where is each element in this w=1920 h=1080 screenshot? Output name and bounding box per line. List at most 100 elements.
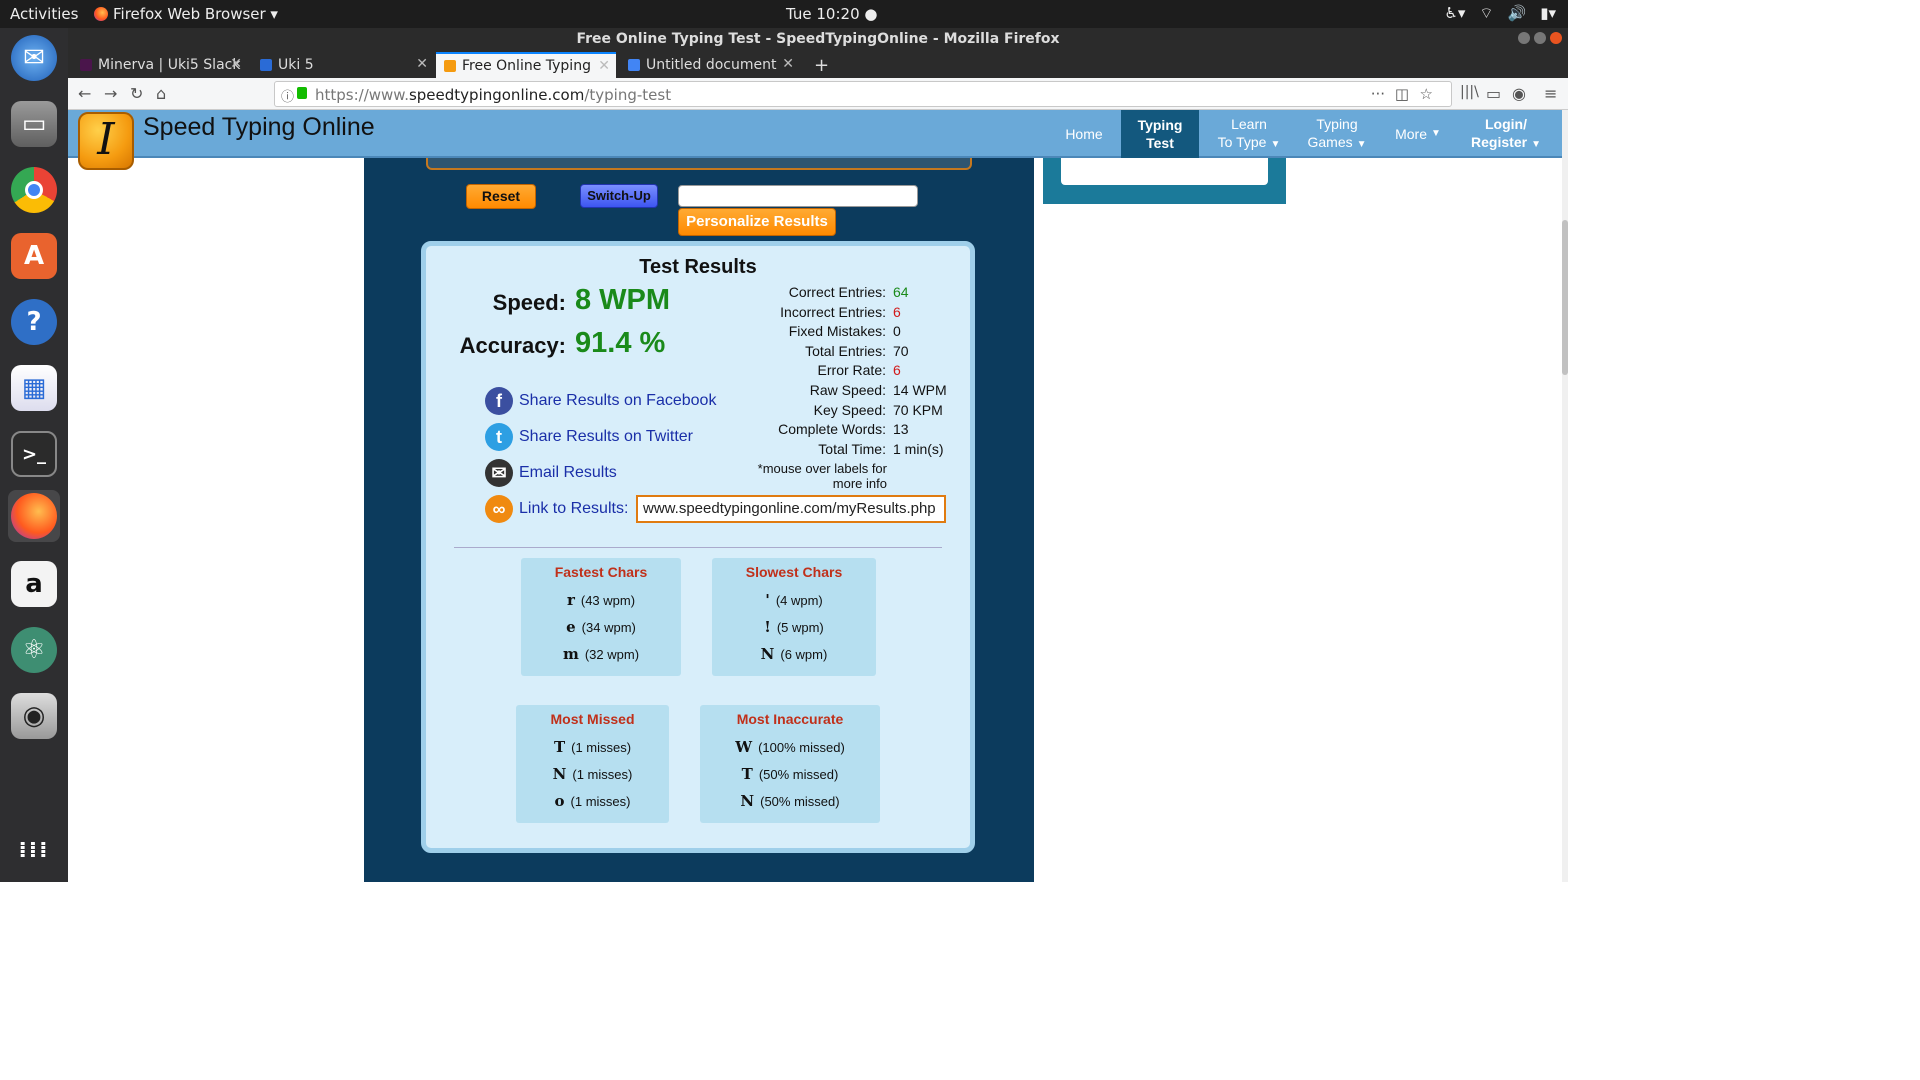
tab-untitled-doc[interactable]: Untitled document ✕ — [620, 52, 800, 78]
site-logo[interactable]: I — [78, 112, 134, 170]
reload-icon[interactable]: ↻ — [130, 84, 143, 103]
share-twitter-link[interactable]: t Share Results on Twitter — [485, 423, 693, 451]
forward-icon[interactable]: → — [104, 84, 117, 103]
site-name[interactable]: Speed Typing Online — [143, 113, 375, 142]
files-icon: ▭ — [11, 101, 57, 147]
link-to-results-label: Link to Results: — [519, 500, 629, 517]
firefox-icon — [94, 7, 108, 21]
window-title: Free Online Typing Test - SpeedTypingOnl… — [576, 31, 1060, 47]
dock-help[interactable]: ? — [8, 296, 60, 348]
app-menu[interactable]: Firefox Web Browser ▾ — [94, 5, 278, 23]
accuracy-label: Accuracy: — [459, 333, 566, 358]
sidebar-icon[interactable]: ▭ — [1486, 84, 1501, 103]
missed-char-row: o (1 misses) — [554, 792, 631, 810]
dock-firefox[interactable] — [8, 490, 60, 542]
tab-slack[interactable]: Minerva | Uki5 Slack ✕ — [72, 52, 248, 78]
menu-icon[interactable]: ≡ — [1544, 84, 1557, 103]
close-window-button[interactable] — [1550, 32, 1562, 44]
fastest-char-row: m (32 wpm) — [562, 645, 640, 663]
minimize-button[interactable] — [1518, 32, 1530, 44]
most-inaccurate-box: Most Inaccurate W (100% missed) T (50% mis… — [700, 705, 880, 823]
site-info-icon[interactable]: ⓘ — [281, 86, 294, 105]
dropdown-arrow-icon: ▼ — [1531, 138, 1541, 150]
nav-typing-test[interactable]: Typing Test — [1121, 110, 1199, 158]
atom-icon: ⚛ — [11, 627, 57, 673]
stat-label[interactable]: Complete Words: — [706, 421, 886, 437]
tab-typing-test[interactable]: Free Online Typing ✕ — [436, 52, 616, 78]
close-tab-icon[interactable]: ✕ — [598, 58, 610, 74]
reset-button[interactable]: Reset — [466, 184, 536, 209]
stat-label[interactable]: Raw Speed: — [706, 382, 886, 398]
dock-files[interactable]: ▭ — [8, 98, 60, 150]
link-icon: ∞ — [485, 495, 513, 523]
bookmark-star-icon[interactable]: ☆ — [1420, 85, 1433, 103]
accessibility-icon[interactable]: ♿▾ — [1444, 4, 1465, 23]
nav-home[interactable]: Home — [1056, 110, 1112, 158]
dock-software[interactable]: A — [8, 230, 60, 282]
share-facebook-link[interactable]: f Share Results on Facebook — [485, 387, 716, 415]
dropdown-arrow-icon: ▼ — [1356, 138, 1367, 150]
plus-icon: + — [814, 54, 830, 76]
email-results-link[interactable]: ✉ Email Results — [485, 459, 617, 487]
url-bar[interactable]: ⓘ https://www.speedtypingonline.com/typi… — [274, 81, 1452, 107]
show-apps-button[interactable]: ⁞⁞⁞ — [8, 824, 60, 876]
wifi-icon: ⌔ — [1479, 4, 1494, 22]
stat-label[interactable]: Total Entries: — [706, 343, 886, 359]
volume-icon: 🔊 — [1507, 4, 1527, 22]
page-actions-icon[interactable]: ··· — [1371, 85, 1385, 103]
account-icon[interactable]: ◉ — [1512, 84, 1526, 103]
nav-more[interactable]: More ▼ — [1390, 110, 1446, 158]
gnome-top-bar: Activities Firefox Web Browser ▾ Tue 10:… — [0, 0, 1568, 28]
email-icon: ✉ — [485, 459, 513, 487]
new-tab-button[interactable]: + — [806, 52, 832, 78]
url-text: https://www.speedtypingonline.com/typing… — [315, 86, 672, 104]
dock-chrome[interactable] — [8, 164, 60, 216]
dock-amazon[interactable]: a — [8, 558, 60, 610]
slack-favicon — [80, 59, 92, 71]
dock-thunderbird[interactable]: ✉ — [8, 32, 60, 84]
stat-label[interactable]: Incorrect Entries: — [706, 304, 886, 320]
clock[interactable]: Tue 10:20 ● — [786, 5, 877, 23]
nav-login-register[interactable]: Login/Register ▼ — [1466, 110, 1546, 158]
dock-camera[interactable]: ◉ — [8, 690, 60, 742]
dock-terminal[interactable]: >_ — [8, 428, 60, 480]
close-tab-icon[interactable]: ✕ — [782, 56, 794, 72]
custom-text-input[interactable] — [678, 185, 918, 207]
tab-uki5[interactable]: Uki 5 ✕ — [252, 52, 434, 78]
fastest-char-row: r (43 wpm) — [566, 591, 636, 609]
home-icon[interactable]: ⌂ — [156, 84, 166, 103]
stat-label[interactable]: Fixed Mistakes: — [706, 323, 886, 339]
pocket-icon[interactable]: ◫ — [1395, 85, 1409, 103]
activities-button[interactable]: Activities — [10, 5, 78, 23]
personalize-results-button[interactable]: Personalize Results — [678, 208, 836, 236]
switch-up-button[interactable]: Switch-Up — [580, 184, 658, 208]
back-icon[interactable]: ← — [78, 84, 91, 103]
nav-typing-games[interactable]: Typing Games ▼ — [1302, 110, 1372, 158]
stat-value: 70 KPM — [893, 401, 943, 418]
tab-label: Untitled document — [646, 57, 777, 73]
stat-value: 13 — [893, 421, 909, 438]
inaccurate-char-row: W (100% missed) — [735, 738, 845, 756]
slowest-char-row: N (6 wpm) — [760, 645, 828, 663]
speedtyping-favicon — [444, 60, 456, 72]
mouseover-note: *mouse over labels for more info — [757, 461, 887, 491]
dock-writer[interactable]: ▦ — [8, 362, 60, 414]
dock-atom[interactable]: ⚛ — [8, 624, 60, 676]
battery-icon: ▮▾ — [1540, 4, 1556, 22]
stat-label[interactable]: Error Rate: — [706, 362, 886, 378]
scrollbar-thumb[interactable] — [1562, 220, 1568, 375]
close-tab-icon[interactable]: ✕ — [416, 56, 428, 72]
stat-label[interactable]: Key Speed: — [706, 402, 886, 418]
maximize-button[interactable] — [1534, 32, 1546, 44]
stat-label[interactable]: Correct Entries: — [706, 284, 886, 300]
stat-label[interactable]: Total Time: — [706, 441, 886, 457]
nav-learn-to-type[interactable]: Learn To Type ▼ — [1208, 110, 1290, 158]
document-viewer-icon: ▦ — [11, 365, 57, 411]
results-title: Test Results — [639, 256, 757, 278]
results-link-field[interactable]: www.speedtypingonline.com/myResults.php — [636, 495, 946, 523]
system-tray[interactable]: ♿▾ ⌔ 🔊 ▮▾ — [1444, 4, 1556, 23]
library-icon[interactable]: |||\ — [1460, 84, 1479, 100]
window-title-bar: Free Online Typing Test - SpeedTypingOnl… — [68, 28, 1568, 50]
page-scrollbar[interactable] — [1562, 110, 1568, 882]
close-tab-icon[interactable]: ✕ — [230, 56, 242, 72]
